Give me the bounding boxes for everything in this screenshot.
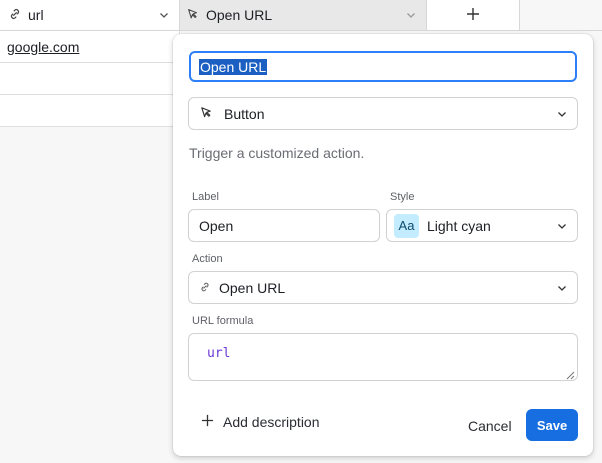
cancel-button[interactable]: Cancel [468,418,512,434]
plus-icon [201,414,214,430]
add-description-label: Add description [223,414,320,430]
action-value: Open URL [219,279,286,296]
chevron-down-icon [553,279,571,297]
field-config-panel: Open URL Button Trigger a customized act… [173,34,593,456]
url-formula-caption: URL formula [192,315,254,327]
column-header-label: Open URL [206,7,273,23]
cursor-icon [186,7,200,24]
action-caption: Action [192,253,223,265]
action-select[interactable]: Open URL [188,271,578,304]
chevron-down-icon[interactable] [402,6,420,24]
button-label-input[interactable]: Open [188,209,380,242]
table-row[interactable] [0,63,180,95]
table-row[interactable] [0,95,180,127]
link-icon [199,280,211,296]
column-header-url[interactable]: url [0,0,180,31]
url-formula-editor[interactable]: url [188,333,578,381]
chevron-down-icon [553,217,571,235]
chevron-down-icon [553,105,571,123]
style-swatch: Aa [394,213,419,238]
field-type-select[interactable]: Button [188,97,578,130]
resize-handle-icon[interactable] [566,369,575,380]
url-cell-link[interactable]: google.com [7,39,79,55]
style-caption: Style [390,191,415,203]
label-caption: Label [192,191,219,203]
column-header-open-url[interactable]: Open URL [180,0,427,31]
table-row[interactable]: google.com [0,31,180,63]
style-value: Light cyan [427,217,491,234]
button-style-select[interactable]: Aa Light cyan [386,209,578,242]
add-field-button[interactable] [427,0,520,31]
chevron-down-icon[interactable] [155,6,173,24]
url-formula-value: url [207,346,231,361]
button-label-value: Open [199,217,234,234]
save-button[interactable]: Save [526,409,578,441]
add-description-button[interactable]: Add description [201,414,320,430]
field-type-label: Button [224,105,265,122]
header-empty-area [520,0,602,31]
link-icon [8,7,22,24]
field-type-hint: Trigger a customized action. [189,145,365,161]
plus-icon [466,7,480,24]
field-name-selected-text: Open URL [199,58,268,75]
column-header-label: url [28,7,44,23]
field-name-input[interactable]: Open URL [189,51,577,82]
cursor-icon [199,105,214,123]
